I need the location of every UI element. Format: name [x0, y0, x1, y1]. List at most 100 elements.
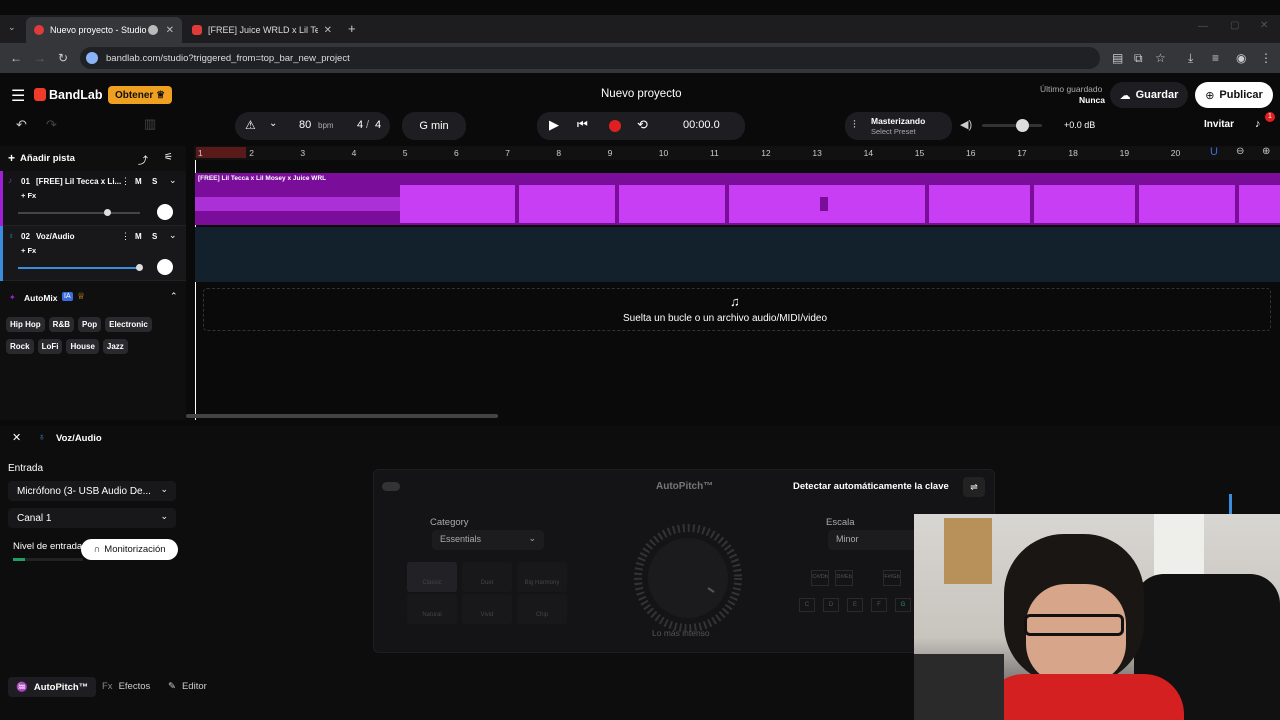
- tab-autopitch[interactable]: ♒ AutoPitch™: [8, 677, 96, 697]
- add-track-button[interactable]: + Añadir pista: [8, 151, 75, 165]
- genre-chip[interactable]: R&B: [48, 317, 75, 332]
- play-icon[interactable]: ▶: [549, 117, 559, 133]
- effect-preset[interactable]: Chip: [517, 594, 567, 624]
- channel-select[interactable]: Canal 1 ⌄: [8, 508, 176, 528]
- track-options-icon[interactable]: ⋮: [121, 176, 130, 187]
- bpm-value[interactable]: 80: [299, 119, 311, 131]
- redo-icon[interactable]: ↷: [46, 117, 57, 133]
- site-info-icon[interactable]: [86, 52, 98, 64]
- close-editor-icon[interactable]: ✕: [12, 431, 21, 444]
- add-fx-button[interactable]: + Fx: [21, 191, 36, 200]
- genre-chip[interactable]: LoFi: [37, 339, 63, 354]
- bookmark-star-icon[interactable]: ☆: [1155, 51, 1166, 65]
- timeline-ruler[interactable]: 1 2 3 4 5 6 7 8 9 10 11 12 13 14 15 16 17 18 19 20 U ⊖ ⊕: [194, 146, 1280, 160]
- volume-handle[interactable]: [104, 209, 112, 216]
- time-sig-numerator[interactable]: 4: [357, 119, 363, 131]
- track-settings-icon[interactable]: ⚟: [164, 152, 173, 163]
- effect-preset[interactable]: Duet: [462, 562, 512, 592]
- address-bar[interactable]: bandlab.com/studio?triggered_from=top_ba…: [80, 47, 1100, 69]
- track-header-1[interactable]: ♪ 01 [FREE] Lil Tecca x Li... ⋮ M S ⌄ + …: [0, 171, 186, 226]
- pan-knob[interactable]: [157, 204, 173, 220]
- effect-preset[interactable]: Vivid: [462, 594, 512, 624]
- audio-region-beat[interactable]: [FREE] Lil Tecca x Lil Mosey x Juice WRL: [195, 173, 1280, 225]
- forward-icon[interactable]: →: [34, 51, 46, 65]
- back-icon[interactable]: ←: [10, 51, 22, 65]
- snap-magnet-icon[interactable]: U: [1210, 146, 1218, 158]
- track-name[interactable]: [FREE] Lil Tecca x Li...: [36, 177, 121, 186]
- media-control-icon[interactable]: ≡: [1212, 51, 1219, 65]
- volume-handle[interactable]: [135, 264, 143, 271]
- volume-icon[interactable]: ◀): [960, 118, 972, 131]
- natural-key[interactable]: C: [799, 598, 815, 612]
- detect-key-button[interactable]: Detectar automáticamente la clave: [793, 481, 949, 492]
- intensity-knob[interactable]: [632, 522, 744, 634]
- natural-key[interactable]: G: [895, 598, 911, 612]
- tab-list-icon[interactable]: ⌄: [8, 22, 16, 33]
- translate-icon[interactable]: ⧉: [1134, 51, 1143, 66]
- track-volume-slider[interactable]: [18, 264, 143, 271]
- expand-chevron-icon[interactable]: ⌄: [169, 230, 177, 241]
- track-volume-slider[interactable]: [18, 209, 140, 216]
- natural-key[interactable]: E: [847, 598, 863, 612]
- window-close-icon[interactable]: ✕: [1260, 20, 1268, 31]
- key-selector[interactable]: G min: [402, 112, 466, 140]
- new-tab-icon[interactable]: +: [348, 21, 356, 36]
- reload-icon[interactable]: ↻: [58, 51, 68, 65]
- track-name[interactable]: Voz/Audio: [36, 232, 75, 241]
- mute-button[interactable]: M: [135, 232, 142, 241]
- monitoring-button[interactable]: ∩ Monitorización: [81, 539, 178, 560]
- menu-icon[interactable]: ⋮: [1260, 51, 1272, 65]
- natural-key[interactable]: D: [823, 598, 839, 612]
- master-volume-slider[interactable]: [982, 119, 1042, 132]
- genre-chip[interactable]: Jazz: [102, 339, 128, 354]
- record-icon[interactable]: [609, 120, 621, 132]
- mastering-selector[interactable]: ⫶ Masterizando Select Preset: [845, 112, 952, 140]
- settings-sliders-icon[interactable]: ⇌: [963, 477, 985, 497]
- track-header-2[interactable]: ♁ 02 Voz/Audio ⋮ M S ⌄ + Fx: [0, 226, 186, 281]
- loop-icon[interactable]: ⟲: [637, 117, 648, 133]
- effect-preset[interactable]: Big Harmony: [517, 562, 567, 592]
- automation-icon[interactable]: ⤴: [138, 152, 148, 167]
- invite-button[interactable]: Invitar: [1204, 119, 1234, 130]
- mixer-icon[interactable]: ▥: [144, 116, 156, 132]
- volume-knob[interactable]: [1016, 119, 1029, 132]
- project-title[interactable]: Nuevo proyecto: [601, 88, 682, 100]
- tab-editor[interactable]: ✎ Editor: [168, 681, 207, 692]
- zoom-out-icon[interactable]: ⊖: [1236, 146, 1244, 157]
- natural-key[interactable]: F: [871, 598, 887, 612]
- maximize-icon[interactable]: ▢: [1230, 20, 1239, 31]
- horizontal-scrollbar[interactable]: [186, 414, 498, 418]
- expand-chevron-icon[interactable]: ⌄: [169, 175, 177, 186]
- publish-button[interactable]: ⊕ Publicar: [1195, 82, 1273, 108]
- solo-button[interactable]: S: [152, 177, 157, 186]
- tab-studio[interactable]: Nuevo proyecto - Studio ✕: [26, 17, 182, 43]
- profile-icon[interactable]: ◉: [1236, 51, 1246, 65]
- close-tab-icon[interactable]: ✕: [324, 25, 332, 36]
- metronome-dropdown-icon[interactable]: ⌄: [269, 118, 277, 129]
- loop-region[interactable]: [196, 147, 246, 158]
- save-button[interactable]: ☁ Guardar: [1110, 82, 1188, 108]
- autopitch-toggle[interactable]: [382, 482, 400, 491]
- solo-button[interactable]: S: [152, 232, 157, 241]
- close-tab-icon[interactable]: ✕: [166, 25, 174, 36]
- sharp-key[interactable]: D#/Eb: [835, 570, 853, 586]
- track-options-icon[interactable]: ⋮: [121, 231, 130, 242]
- tab-effects[interactable]: Fx Efectos: [102, 681, 150, 692]
- genre-chip[interactable]: Pop: [78, 317, 102, 332]
- genre-chip[interactable]: House: [66, 339, 99, 354]
- get-membership-button[interactable]: Obtener ♕: [108, 86, 172, 104]
- genre-chip[interactable]: Hip Hop: [6, 317, 45, 332]
- hamburger-menu-icon[interactable]: ☰: [11, 86, 25, 106]
- genre-chip[interactable]: Electronic: [105, 317, 152, 332]
- effect-preset[interactable]: Classic: [407, 562, 457, 592]
- effect-preset[interactable]: Natural: [407, 594, 457, 624]
- metronome-icon[interactable]: ⚠: [245, 118, 256, 132]
- mute-button[interactable]: M: [135, 177, 142, 186]
- minimize-icon[interactable]: —: [1198, 21, 1208, 32]
- category-select[interactable]: Essentials ⌄: [432, 530, 544, 550]
- zoom-in-icon[interactable]: ⊕: [1262, 146, 1270, 157]
- genre-chip[interactable]: Rock: [6, 339, 34, 354]
- reading-mode-icon[interactable]: ▤: [1112, 51, 1123, 65]
- empty-audio-lane[interactable]: [195, 227, 1280, 282]
- collapse-chevron-icon[interactable]: ⌃: [170, 291, 178, 302]
